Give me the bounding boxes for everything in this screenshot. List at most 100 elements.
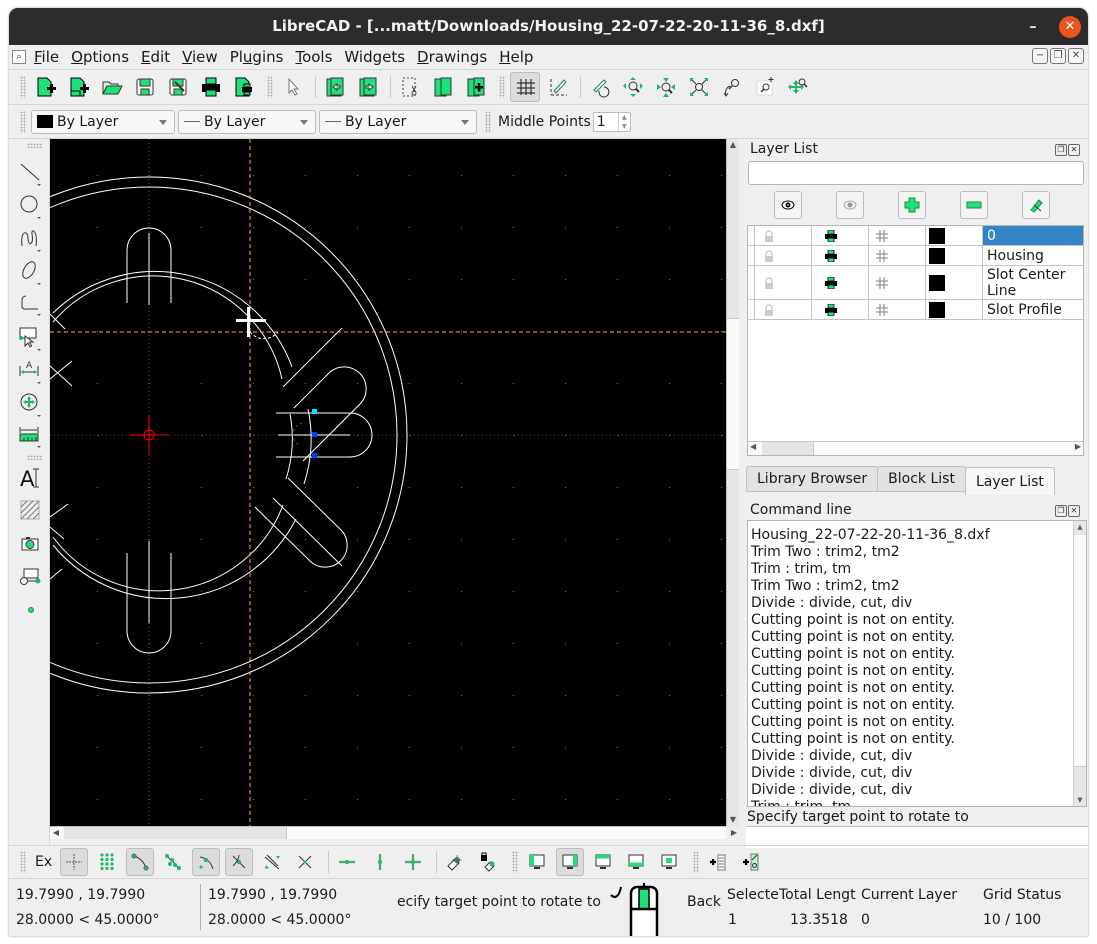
- menu-view[interactable]: View: [182, 48, 218, 66]
- snap-center-button[interactable]: [192, 847, 221, 876]
- toolbar-grip[interactable]: [512, 850, 519, 873]
- layer-row[interactable]: 0: [748, 226, 1083, 246]
- undo-button[interactable]: [320, 72, 350, 102]
- row-header[interactable]: [748, 300, 755, 319]
- view-left-button[interactable]: [523, 848, 551, 876]
- snap-distance-button[interactable]: [258, 848, 286, 876]
- layer-name[interactable]: Slot Center Line: [983, 266, 1083, 299]
- layer-table-hscrollbar[interactable]: ◀ ▶: [748, 441, 1083, 455]
- redraw-button[interactable]: [585, 72, 615, 102]
- toolbar-grip[interactable]: [20, 76, 26, 98]
- circle-tool-button[interactable]: [17, 192, 45, 220]
- snap-free-button[interactable]: [60, 847, 89, 876]
- linetype-select[interactable]: By Layer: [178, 109, 316, 134]
- toolbar-grip[interactable]: [499, 76, 505, 98]
- hide-all-layers-button[interactable]: [836, 191, 864, 219]
- layer-color[interactable]: [926, 226, 983, 245]
- scroll-down-icon[interactable]: ▼: [1074, 794, 1086, 806]
- snap-endpoints-button[interactable]: [126, 847, 155, 876]
- print-preview-button[interactable]: [229, 72, 259, 102]
- row-header[interactable]: [748, 226, 755, 245]
- show-all-layers-button[interactable]: [774, 191, 802, 219]
- scroll-down-icon[interactable]: ▼: [727, 814, 739, 826]
- toolbar-grip[interactable]: [267, 76, 273, 98]
- close-dock-button[interactable]: ✕: [1068, 144, 1080, 156]
- open-file-button[interactable]: [97, 72, 127, 102]
- layer-name[interactable]: 0: [983, 226, 1083, 245]
- menu-help[interactable]: Help: [499, 48, 533, 66]
- scroll-up-icon[interactable]: ▲: [1074, 521, 1086, 533]
- toolbar-grip[interactable]: [27, 455, 43, 460]
- scroll-up-icon[interactable]: ▲: [727, 139, 739, 151]
- scroll-thumb[interactable]: [1074, 535, 1086, 767]
- select-tool-button[interactable]: [17, 324, 45, 352]
- new-file-button[interactable]: [31, 72, 61, 102]
- toolbar-grip[interactable]: [27, 143, 43, 148]
- float-dock-button[interactable]: ❐: [1055, 144, 1067, 156]
- command-history-scrollbar[interactable]: ▲ ▼: [1073, 521, 1086, 806]
- scroll-right-icon[interactable]: ▶: [728, 827, 740, 839]
- layer-print-toggle[interactable]: [812, 246, 869, 265]
- menu-file[interactable]: File: [34, 48, 59, 66]
- modify-tool-button[interactable]: [17, 390, 45, 418]
- zoom-out-button[interactable]: [651, 72, 681, 102]
- snap-intersection-button[interactable]: [291, 848, 319, 876]
- remove-layer-button[interactable]: [960, 191, 988, 219]
- add-line-list-button[interactable]: [737, 848, 765, 876]
- layer-print-toggle[interactable]: [812, 300, 869, 319]
- maximize-button[interactable]: [1026, 16, 1048, 38]
- app-menu-icon[interactable]: ⌕: [12, 50, 26, 64]
- layer-name[interactable]: Slot Profile: [983, 300, 1083, 319]
- dimension-tool-button[interactable]: A: [17, 357, 45, 385]
- restrict-horizontal-button[interactable]: [333, 848, 361, 876]
- toggle-draft-button[interactable]: [543, 72, 573, 102]
- toolbar-grip[interactable]: [20, 850, 26, 873]
- layer-print-toggle[interactable]: [812, 266, 869, 299]
- grip-point[interactable]: [312, 432, 317, 437]
- spin-arrows-icon[interactable]: ▲ ▼: [617, 112, 630, 131]
- zoom-pan-button[interactable]: [783, 72, 813, 102]
- select-pointer-button[interactable]: [278, 72, 308, 102]
- block-tool-button[interactable]: [17, 563, 45, 591]
- menu-tools[interactable]: Tools: [295, 48, 332, 66]
- save-button[interactable]: [130, 72, 160, 102]
- mdi-close-button[interactable]: ✕: [1068, 48, 1084, 64]
- paste-button[interactable]: [461, 72, 491, 102]
- ellipse-tool-button[interactable]: [17, 258, 45, 286]
- canvas-vertical-scrollbar[interactable]: ▲ ▼: [726, 139, 739, 826]
- restrict-vertical-button[interactable]: [366, 848, 394, 876]
- scroll-thumb[interactable]: [64, 827, 287, 839]
- layer-filter-input[interactable]: [748, 161, 1084, 185]
- title-bar[interactable]: LibreCAD - [...matt/Downloads/Housing_22…: [9, 8, 1088, 45]
- menu-drawings[interactable]: Drawings: [417, 48, 487, 66]
- snap-on-entity-button[interactable]: [159, 848, 187, 876]
- tab-block-list[interactable]: Block List: [877, 466, 966, 492]
- zoom-window-button[interactable]: [750, 72, 780, 102]
- scroll-left-icon[interactable]: ◀: [750, 442, 756, 451]
- cad-drawing[interactable]: [50, 139, 726, 826]
- layer-construction-toggle[interactable]: [869, 300, 926, 319]
- row-header[interactable]: [748, 266, 755, 299]
- layer-name[interactable]: Housing: [983, 246, 1083, 265]
- add-layer-button[interactable]: [898, 191, 926, 219]
- menu-options[interactable]: Options: [71, 48, 129, 66]
- relative-zero-button[interactable]: [441, 848, 469, 876]
- view-top-button[interactable]: [589, 848, 617, 876]
- tab-layer-list[interactable]: Layer List: [964, 467, 1055, 495]
- toggle-grid-button[interactable]: [510, 72, 540, 102]
- float-dock-button[interactable]: ❐: [1055, 505, 1067, 517]
- scroll-right-icon[interactable]: ▶: [1075, 442, 1081, 451]
- view-center-button[interactable]: [655, 848, 683, 876]
- layer-lock-toggle[interactable]: [755, 246, 812, 265]
- cut-button[interactable]: [395, 72, 425, 102]
- close-dock-button[interactable]: ✕: [1068, 505, 1080, 517]
- layer-color[interactable]: [926, 246, 983, 265]
- layer-row[interactable]: Slot Profile: [748, 300, 1083, 320]
- tab-library-browser[interactable]: Library Browser: [746, 466, 879, 492]
- mdi-minimize-button[interactable]: −: [1032, 48, 1048, 64]
- layer-row[interactable]: Housing: [748, 246, 1083, 266]
- menu-widgets[interactable]: Widgets: [344, 48, 405, 66]
- polyline-tool-button[interactable]: [17, 291, 45, 319]
- add-block-list-button[interactable]: [704, 848, 732, 876]
- print-button[interactable]: [196, 72, 226, 102]
